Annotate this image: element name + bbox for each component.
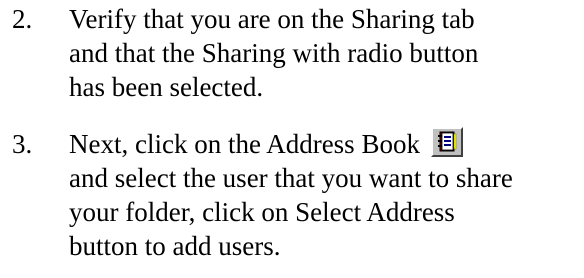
step-3-line-2: and select the user that you want to sha… [69,163,513,193]
step-3-line-1-text: Next, click on the Address Book [69,129,420,159]
step-2: 2. Verify that you are on the Sharing ta… [12,2,582,104]
step-3: 3. Next, click on the Address Book and s… [12,127,582,263]
step-2-text: Verify that you are on the Sharing tab a… [69,2,582,104]
step-number: 3. [12,129,33,159]
step-number: 2. [12,4,33,34]
step-3-line-3: your folder, click on Select Address [69,197,455,227]
step-3-line-1: Next, click on the Address Book [69,127,582,161]
step-2-line-1: Verify that you are on the Sharing tab [69,4,475,34]
step-2-line-3: has been selected. [69,72,264,102]
address-book-icon [430,127,463,157]
step-3-text: Next, click on the Address Book and sele… [69,127,582,263]
step-2-line-2: and that the Sharing with radio button [69,38,479,68]
step-3-line-4: button to add users. [69,231,281,261]
